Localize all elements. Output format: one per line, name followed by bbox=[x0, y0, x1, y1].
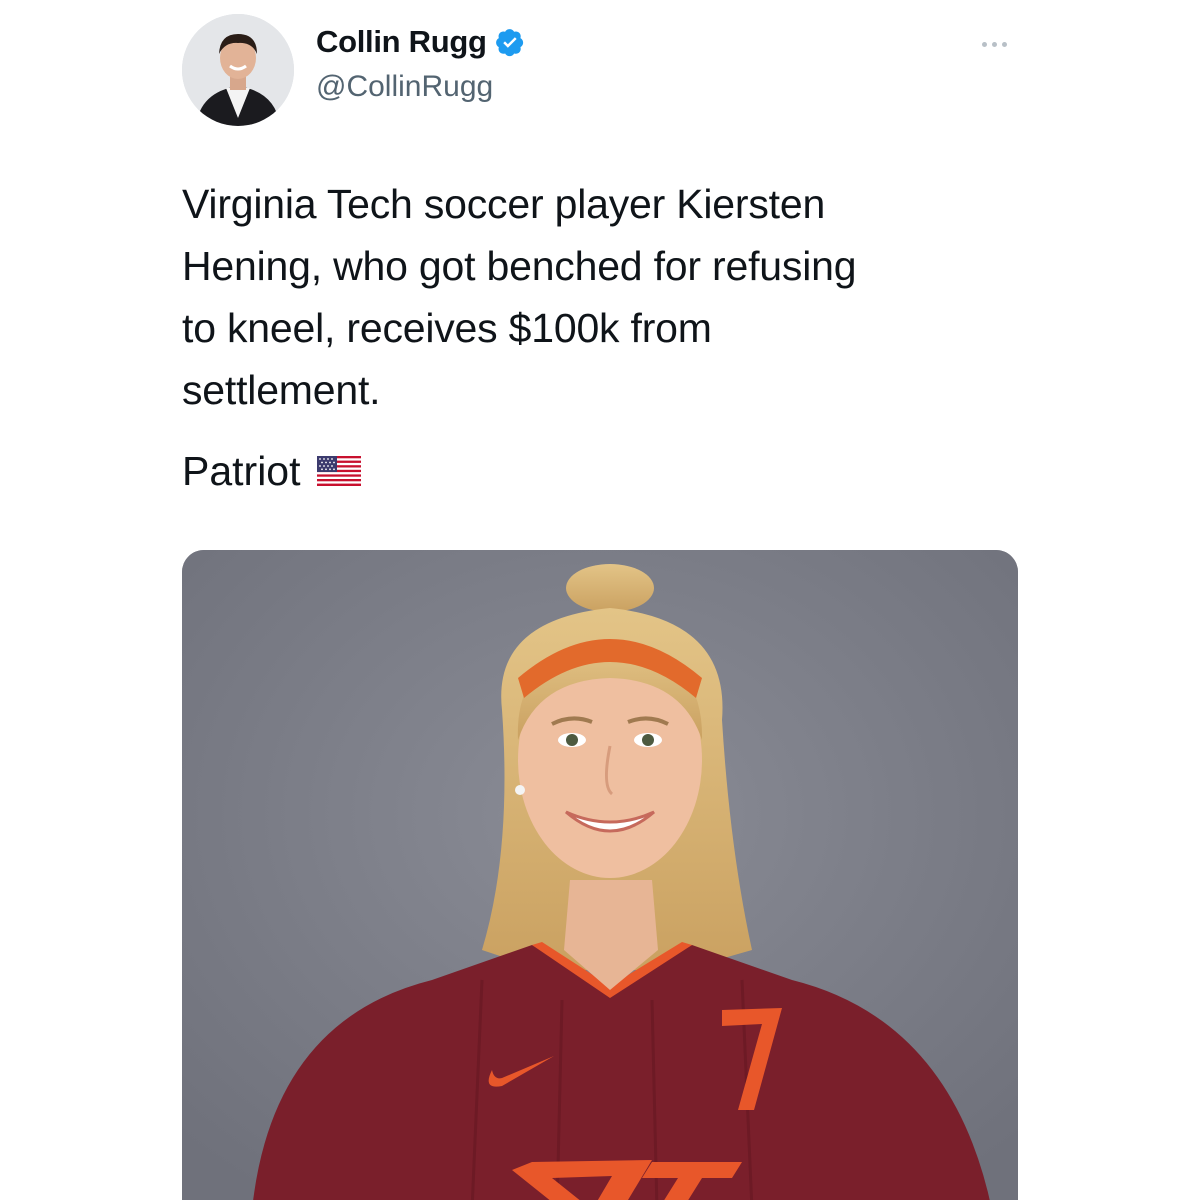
tweet-card: Collin Rugg @CollinRugg Virginia Tech so… bbox=[0, 0, 1200, 1200]
more-dot bbox=[1001, 41, 1007, 47]
tweet-line: Virginia Tech soccer player Kiersten bbox=[182, 181, 826, 227]
tweet-media-photo[interactable] bbox=[182, 550, 1018, 1200]
tweet-tag-row: Patriot bbox=[182, 440, 361, 502]
tweet-line: to kneel, receives $100k from bbox=[182, 305, 712, 351]
author-avatar[interactable] bbox=[182, 14, 294, 126]
more-horizontal-icon[interactable] bbox=[972, 32, 1016, 56]
soccer-player-photo bbox=[182, 550, 1018, 1200]
us-flag-icon bbox=[316, 456, 361, 486]
verified-badge-icon bbox=[495, 29, 523, 57]
tweet-line: Hening, who got benched for refusing bbox=[182, 243, 857, 289]
author-name-row: Collin Rugg bbox=[316, 24, 525, 60]
more-dot bbox=[981, 41, 987, 47]
tweet-tag-text: Patriot bbox=[182, 448, 301, 494]
author-name[interactable]: Collin Rugg bbox=[316, 24, 487, 60]
tweet-line: settlement. bbox=[182, 367, 381, 413]
avatar-image bbox=[182, 14, 294, 126]
more-dot bbox=[991, 41, 997, 47]
tweet-text: Virginia Tech soccer player Kiersten Hen… bbox=[182, 173, 1002, 421]
author-handle[interactable]: @CollinRugg bbox=[316, 70, 493, 104]
